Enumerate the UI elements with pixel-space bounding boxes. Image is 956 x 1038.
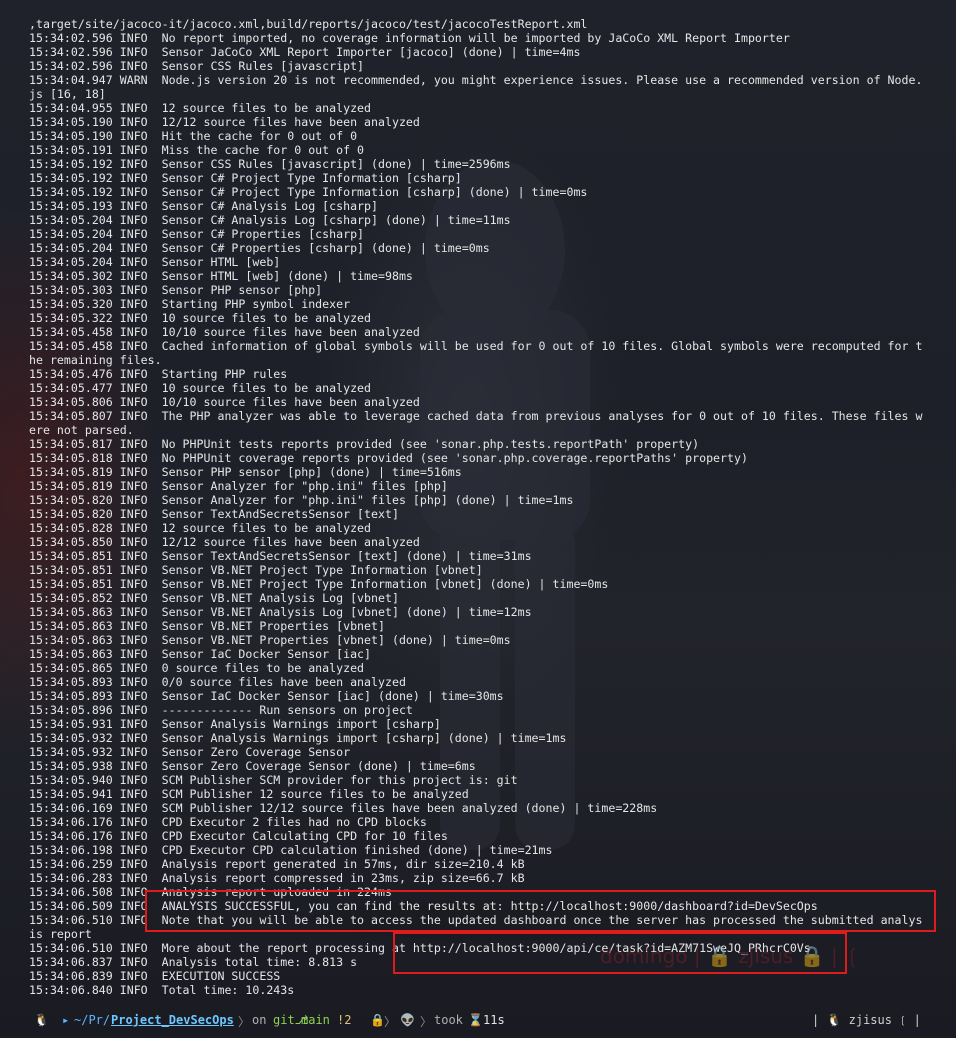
log-line: 15:34:06.283 INFO Analysis report compre… xyxy=(29,871,525,885)
right-prompt-user: | 🐧 zjisus ❲ | xyxy=(812,1013,921,1027)
log-line: 15:34:05.192 INFO Sensor C# Project Type… xyxy=(29,185,588,199)
git-branch-name: main xyxy=(301,1013,330,1027)
log-line: 15:34:02.596 INFO No report imported, no… xyxy=(29,31,790,45)
log-line: 15:34:05.932 INFO Sensor Analysis Warnin… xyxy=(29,731,567,745)
separator-arrow-icon: 〉 xyxy=(420,1015,433,1029)
watermark-text: domingo | 🔒 zjisus 🔒 | ❲ xyxy=(600,944,861,968)
log-output: ,target/site/jacoco-it/jacoco.xml,build/… xyxy=(29,17,929,997)
separator-arrow-icon: 〉 xyxy=(238,1015,251,1029)
alien-icon: 👽 xyxy=(400,1013,415,1027)
git-modified-count: !2 xyxy=(337,1013,352,1027)
log-line: 15:34:05.204 INFO Sensor C# Analysis Log… xyxy=(29,213,511,227)
took-label: took xyxy=(434,1013,463,1027)
log-line: 15:34:06.510 INFO Note that you will be … xyxy=(29,913,923,927)
log-line: 15:34:05.851 INFO Sensor VB.NET Project … xyxy=(29,563,483,577)
log-line: 15:34:05.192 INFO Sensor CSS Rules [java… xyxy=(29,157,511,171)
log-line: 15:34:05.863 INFO Sensor VB.NET Properti… xyxy=(29,633,511,647)
log-line: 15:34:05.896 INFO ------------- Run sens… xyxy=(29,703,413,717)
log-line: 15:34:02.596 INFO Sensor CSS Rules [java… xyxy=(29,59,365,73)
log-line: 15:34:06.509 INFO ANALYSIS SUCCESSFUL, y… xyxy=(29,899,818,913)
log-line: 15:34:06.259 INFO Analysis report genera… xyxy=(29,857,525,871)
path-prefix: ~/Pr/ xyxy=(74,1013,111,1027)
log-line: 15:34:06.176 INFO CPD Executor 2 files h… xyxy=(29,815,427,829)
log-line: 15:34:05.191 INFO Miss the cache for 0 o… xyxy=(29,143,365,157)
log-line: 15:34:05.865 INFO 0 source files to be a… xyxy=(29,661,365,675)
log-line: 15:34:05.863 INFO Sensor VB.NET Properti… xyxy=(29,619,385,633)
terminal-window[interactable]: ,target/site/jacoco-it/jacoco.xml,build/… xyxy=(0,0,956,1038)
log-line: 15:34:05.303 INFO Sensor PHP sensor [php… xyxy=(29,283,323,297)
log-line: 15:34:02.596 INFO Sensor JaCoCo XML Repo… xyxy=(29,45,581,59)
log-line: 15:34:05.192 INFO Sensor C# Project Type… xyxy=(29,171,462,185)
log-line: 15:34:05.817 INFO No PHPUnit tests repor… xyxy=(29,437,700,451)
log-line: 15:34:05.204 INFO Sensor HTML [web] xyxy=(29,255,281,269)
log-line: he remaining files. xyxy=(29,353,162,367)
log-line: is report xyxy=(29,927,92,941)
log-line: 15:34:05.204 INFO Sensor C# Properties [… xyxy=(29,227,365,241)
log-line: 15:34:05.320 INFO Starting PHP symbol in… xyxy=(29,297,351,311)
log-line: 15:34:05.931 INFO Sensor Analysis Warnin… xyxy=(29,717,441,731)
log-line: ,target/site/jacoco-it/jacoco.xml,build/… xyxy=(29,17,588,31)
log-line: 15:34:05.893 INFO Sensor IaC Docker Sens… xyxy=(29,689,504,703)
hourglass-icon: ⌛ xyxy=(468,1013,483,1027)
log-line: 15:34:06.169 INFO SCM Publisher 12/12 so… xyxy=(29,801,658,815)
log-line: 15:34:04.955 INFO 12 source files to be … xyxy=(29,101,372,115)
log-line: 15:34:05.806 INFO 10/10 source files hav… xyxy=(29,395,420,409)
log-line: 15:34:05.850 INFO 12/12 source files hav… xyxy=(29,535,420,549)
log-line: 15:34:05.893 INFO 0/0 source files have … xyxy=(29,675,406,689)
log-line: 15:34:06.198 INFO CPD Executor CPD calcu… xyxy=(29,843,553,857)
log-line: 15:34:05.863 INFO Sensor VB.NET Analysis… xyxy=(29,605,532,619)
log-line: 15:34:05.818 INFO No PHPUnit coverage re… xyxy=(29,451,748,465)
log-line: 15:34:05.204 INFO Sensor C# Properties [… xyxy=(29,241,490,255)
log-line: 15:34:05.819 INFO Sensor PHP sensor [php… xyxy=(29,465,462,479)
log-line: 15:34:04.947 WARN Node.js version 20 is … xyxy=(29,73,923,87)
on-label: on xyxy=(252,1013,267,1027)
log-line: 15:34:05.820 INFO Sensor TextAndSecretsS… xyxy=(29,507,399,521)
log-line: 15:34:05.476 INFO Starting PHP rules xyxy=(29,367,288,381)
folder-icon: ▸ xyxy=(62,1013,70,1027)
separator-arrow-icon: 〉 xyxy=(384,1015,397,1029)
log-line: 15:34:05.941 INFO SCM Publisher 12 sourc… xyxy=(29,787,469,801)
log-line: 15:34:05.940 INFO SCM Publisher SCM prov… xyxy=(29,773,518,787)
linux-penguin-icon: 🐧 xyxy=(34,1013,49,1027)
log-line: 15:34:05.851 INFO Sensor VB.NET Project … xyxy=(29,577,609,591)
log-line: 15:34:05.820 INFO Sensor Analyzer for "p… xyxy=(29,493,574,507)
log-line: 15:34:05.932 INFO Sensor Zero Coverage S… xyxy=(29,745,351,759)
log-line: 15:34:05.190 INFO 12/12 source files hav… xyxy=(29,115,420,129)
log-line: 15:34:05.938 INFO Sensor Zero Coverage S… xyxy=(29,759,476,773)
log-line: ere not parsed. xyxy=(29,423,134,437)
log-line: js [16, 18] xyxy=(29,87,106,101)
command-duration: 11s xyxy=(483,1013,505,1027)
shell-prompt: 🐧 ▸ ~/Pr/ Project_DevSecOps 〉 on git⎇ ma… xyxy=(0,1010,956,1032)
log-line: 15:34:05.863 INFO Sensor IaC Docker Sens… xyxy=(29,647,372,661)
log-line: 15:34:05.302 INFO Sensor HTML [web] (don… xyxy=(29,269,413,283)
log-line: 15:34:05.322 INFO 10 source files to be … xyxy=(29,311,372,325)
log-line: 15:34:06.840 INFO Total time: 10.243s xyxy=(29,983,295,997)
current-directory-link[interactable]: Project_DevSecOps xyxy=(111,1013,234,1027)
log-line: 15:34:05.807 INFO The PHP analyzer was a… xyxy=(29,409,923,423)
log-line: 15:34:05.458 INFO Cached information of … xyxy=(29,339,923,353)
log-line: 15:34:05.477 INFO 10 source files to be … xyxy=(29,381,372,395)
log-line: 15:34:05.819 INFO Sensor Analyzer for "p… xyxy=(29,479,448,493)
lock-icon: 🔒 xyxy=(370,1013,385,1027)
log-line: 15:34:06.508 INFO Analysis report upload… xyxy=(29,885,392,899)
log-line: 15:34:05.193 INFO Sensor C# Analysis Log… xyxy=(29,199,379,213)
log-line: 15:34:05.190 INFO Hit the cache for 0 ou… xyxy=(29,129,358,143)
log-line: 15:34:06.839 INFO EXECUTION SUCCESS xyxy=(29,969,281,983)
log-line: 15:34:05.828 INFO 12 source files to be … xyxy=(29,521,372,535)
log-line: 15:34:05.851 INFO Sensor TextAndSecretsS… xyxy=(29,549,532,563)
log-line: 15:34:05.852 INFO Sensor VB.NET Analysis… xyxy=(29,591,399,605)
log-line: 15:34:05.458 INFO 10/10 source files hav… xyxy=(29,325,420,339)
log-line: 15:34:06.176 INFO CPD Executor Calculati… xyxy=(29,829,448,843)
